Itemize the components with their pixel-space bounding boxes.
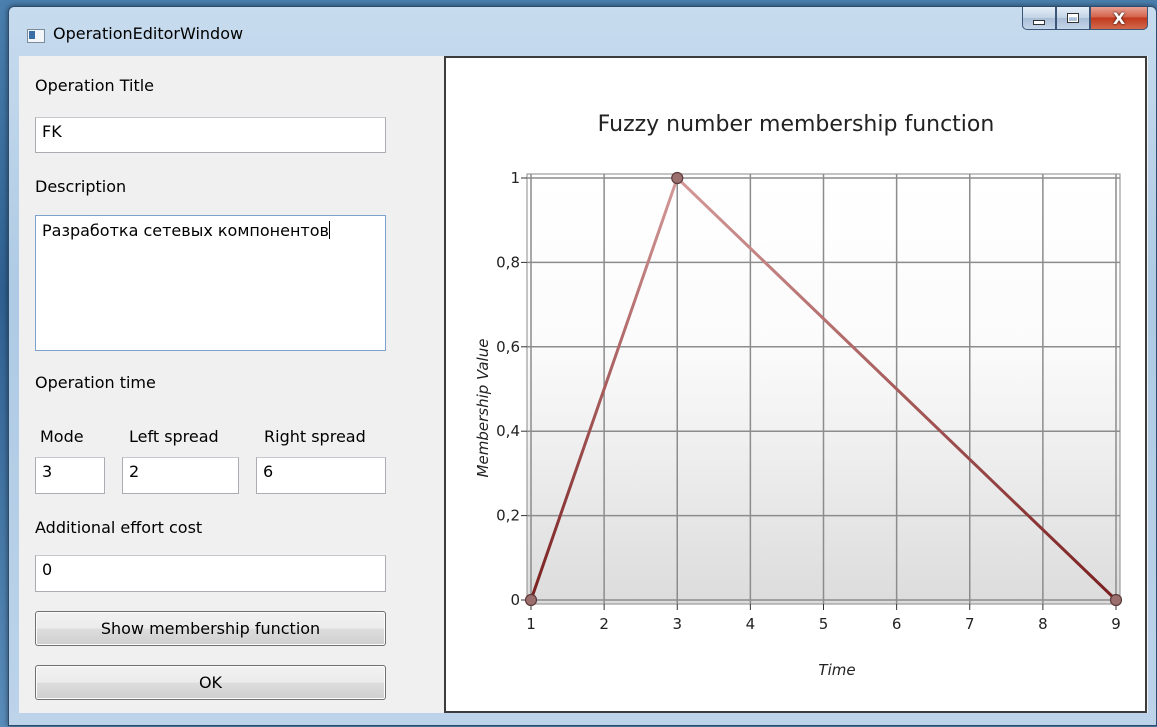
x-tick-label: 3 [672, 615, 682, 633]
description-label: Description [35, 177, 127, 196]
description-text: Разработка сетевых компонентов [42, 221, 329, 240]
text-caret [328, 221, 330, 239]
app-icon [27, 29, 45, 43]
mode-input[interactable]: 3 [35, 457, 105, 494]
data-point [524, 593, 538, 607]
x-tick-label: 7 [965, 615, 975, 633]
data-point [671, 171, 684, 185]
x-tick-label: 8 [1038, 615, 1048, 633]
minimize-icon [1033, 19, 1045, 25]
x-axis-label: Time [818, 661, 855, 679]
x-tick-label: 1 [526, 615, 536, 633]
y-tick-label: 0,4 [496, 422, 520, 440]
caption-buttons: X [1022, 7, 1148, 31]
effort-label: Additional effort cost [35, 518, 203, 537]
show-membership-function-button[interactable]: Show membership function [35, 611, 386, 646]
effort-input[interactable]: 0 [35, 555, 386, 592]
operation-title-input[interactable]: FK [35, 117, 386, 153]
operation-form: Operation Title FK Description Разработк… [19, 56, 444, 713]
close-button[interactable]: X [1090, 7, 1148, 30]
window-client-area: Operation Title FK Description Разработк… [19, 56, 1148, 713]
chart-title: Fuzzy number membership function [598, 112, 995, 137]
ok-button[interactable]: OK [35, 665, 386, 700]
x-tick-label: 6 [892, 615, 902, 633]
membership-chart: Fuzzy number membership function 1 2 3 4 5 6 7… [444, 56, 1147, 713]
x-tick-label: 9 [1111, 615, 1121, 633]
mode-label: Mode [40, 427, 84, 446]
data-point [1109, 593, 1123, 607]
minimize-button[interactable] [1022, 7, 1056, 30]
y-tick-label: 0 [510, 591, 520, 609]
left-spread-input[interactable]: 2 [122, 457, 239, 494]
left-spread-label: Left spread [129, 427, 219, 446]
description-textarea[interactable]: Разработка сетевых компонентов [35, 215, 386, 351]
y-tick-label: 1 [510, 169, 520, 187]
x-tick-label: 4 [746, 615, 756, 633]
window-title: OperationEditorWindow [53, 24, 244, 43]
maximize-button[interactable] [1056, 7, 1090, 30]
x-tick-label: 5 [819, 615, 829, 633]
close-icon: X [1112, 8, 1126, 28]
operation-time-label: Operation time [35, 373, 156, 392]
y-tick-label: 0,2 [496, 507, 520, 525]
membership-chart-svg: Fuzzy number membership function 1 2 3 4 5 6 7… [474, 112, 1123, 679]
y-axis-label: Membership Value [474, 339, 492, 478]
operation-title-label: Operation Title [35, 76, 154, 95]
right-spread-input[interactable]: 6 [256, 457, 386, 494]
x-tick-label: 2 [599, 615, 609, 633]
y-tick-label: 0,6 [496, 338, 520, 356]
y-tick-label: 0,8 [496, 253, 520, 271]
title-bar[interactable]: OperationEditorWindow X [9, 7, 1156, 62]
maximize-icon [1067, 13, 1079, 23]
right-spread-label: Right spread [264, 427, 366, 446]
